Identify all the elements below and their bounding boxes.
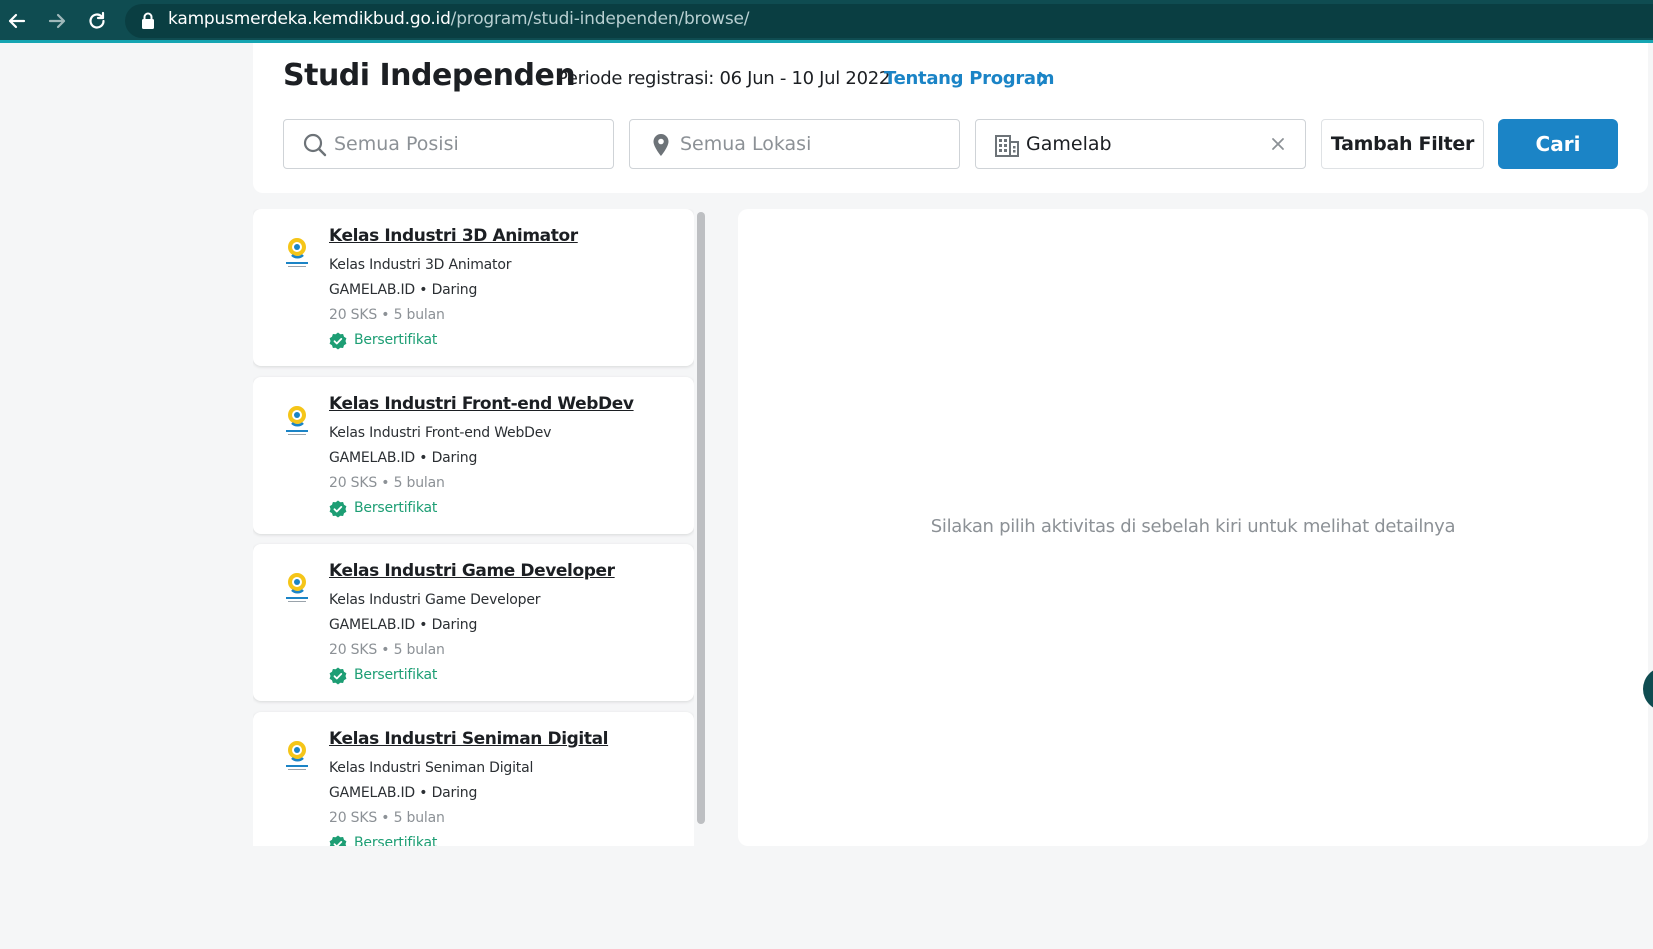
card-subtitle: Kelas Industri 3D Animator bbox=[329, 257, 512, 273]
card-organization: GAMELAB.ID • Daring bbox=[329, 617, 478, 633]
clear-icon[interactable] bbox=[1271, 137, 1285, 151]
location-pin-icon bbox=[653, 134, 669, 156]
card-organization: GAMELAB.ID • Daring bbox=[329, 785, 478, 801]
gamelab-logo-icon bbox=[286, 573, 308, 602]
verified-check-icon bbox=[329, 332, 347, 350]
address-bar-url[interactable]: kampusmerdeka.kemdikbud.go.id/program/st… bbox=[168, 9, 750, 29]
badge-label: Bersertifikat bbox=[354, 835, 438, 846]
card-title[interactable]: Kelas Industri Seniman Digital bbox=[329, 729, 608, 749]
card-title[interactable]: Kelas Industri Front-end WebDev bbox=[329, 394, 634, 414]
results-scrollbar[interactable] bbox=[697, 212, 705, 824]
card-title[interactable]: Kelas Industri Game Developer bbox=[329, 561, 615, 581]
badge-label: Bersertifikat bbox=[354, 667, 438, 683]
building-icon bbox=[995, 135, 1019, 157]
result-card[interactable]: Kelas Industri Game Developer Kelas Indu… bbox=[253, 544, 694, 701]
verified-check-icon bbox=[329, 835, 347, 846]
position-input[interactable] bbox=[334, 128, 604, 160]
about-program-link[interactable]: Tentang Program bbox=[884, 68, 1055, 89]
forward-arrow-icon[interactable] bbox=[44, 8, 70, 34]
location-input[interactable] bbox=[680, 128, 950, 160]
card-meta: 20 SKS • 5 bulan bbox=[329, 810, 445, 826]
location-search-field[interactable] bbox=[629, 119, 960, 169]
page-title: Studi Independen bbox=[283, 58, 576, 93]
card-subtitle: Kelas Industri Game Developer bbox=[329, 592, 541, 608]
back-arrow-icon[interactable] bbox=[4, 8, 30, 34]
gamelab-logo-icon bbox=[286, 238, 308, 267]
card-meta: 20 SKS • 5 bulan bbox=[329, 642, 445, 658]
result-card[interactable]: Kelas Industri 3D Animator Kelas Industr… bbox=[253, 209, 694, 366]
card-meta: 20 SKS • 5 bulan bbox=[329, 307, 445, 323]
detail-empty-message: Silakan pilih aktivitas di sebelah kiri … bbox=[930, 516, 1456, 537]
card-subtitle: Kelas Industri Front-end WebDev bbox=[329, 425, 552, 441]
verified-check-icon bbox=[329, 667, 347, 685]
badge-label: Bersertifikat bbox=[354, 332, 438, 348]
card-subtitle: Kelas Industri Seniman Digital bbox=[329, 760, 534, 776]
partner-search-field[interactable] bbox=[975, 119, 1306, 169]
result-card[interactable]: Kelas Industri Front-end WebDev Kelas In… bbox=[253, 377, 694, 534]
gamelab-logo-icon bbox=[286, 406, 308, 435]
verified-check-icon bbox=[329, 500, 347, 518]
card-organization: GAMELAB.ID • Daring bbox=[329, 282, 478, 298]
url-path: /program/studi-independen/browse/ bbox=[450, 9, 750, 29]
reload-icon[interactable] bbox=[84, 8, 110, 34]
detail-panel: Silakan pilih aktivitas di sebelah kiri … bbox=[738, 209, 1648, 846]
partner-input[interactable] bbox=[1026, 128, 1256, 160]
position-search-field[interactable] bbox=[283, 119, 614, 169]
chevron-right-icon[interactable] bbox=[1036, 70, 1050, 88]
add-filter-button[interactable]: Tambah Filter bbox=[1321, 119, 1484, 169]
card-meta: 20 SKS • 5 bulan bbox=[329, 475, 445, 491]
browser-toolbar: kampusmerdeka.kemdikbud.go.id/program/st… bbox=[0, 0, 1653, 42]
gamelab-logo-icon bbox=[286, 741, 308, 770]
result-card[interactable]: Kelas Industri Seniman Digital Kelas Ind… bbox=[253, 712, 694, 846]
search-button[interactable]: Cari bbox=[1498, 119, 1618, 169]
search-icon bbox=[303, 133, 327, 157]
results-list[interactable]: Kelas Industri 3D Animator Kelas Industr… bbox=[253, 209, 694, 846]
card-organization: GAMELAB.ID • Daring bbox=[329, 450, 478, 466]
registration-period: Periode registrasi: 06 Jun - 10 Jul 2022 bbox=[557, 68, 891, 89]
lock-icon bbox=[142, 12, 154, 29]
card-title[interactable]: Kelas Industri 3D Animator bbox=[329, 226, 578, 246]
url-domain: kampusmerdeka.kemdikbud.go.id bbox=[168, 9, 451, 29]
badge-label: Bersertifikat bbox=[354, 500, 438, 516]
